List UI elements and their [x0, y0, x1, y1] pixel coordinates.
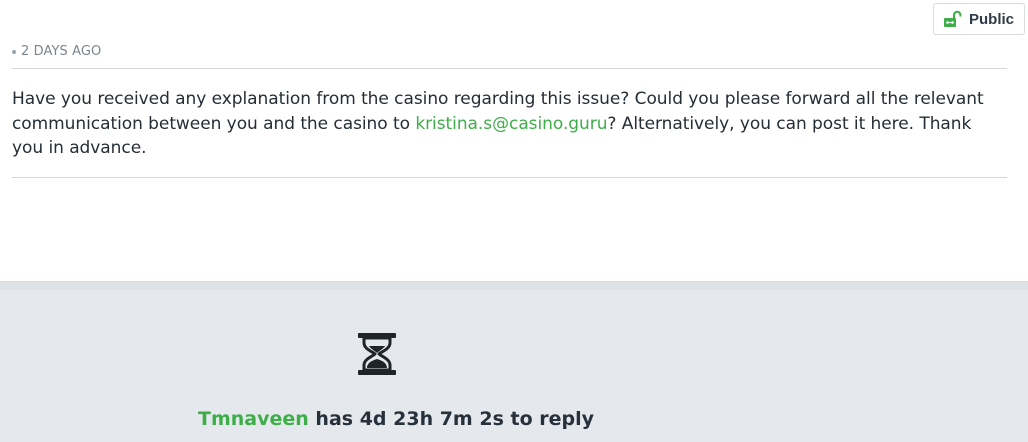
post-message: Have you received any explanation from t…	[12, 87, 1007, 161]
hourglass-icon	[358, 333, 396, 375]
reply-countdown-text: Tmnaveen has 4d 23h 7m 2s to reply	[198, 408, 594, 430]
divider	[12, 68, 1007, 69]
post-timestamp: 2 DAYS AGO	[12, 44, 1007, 59]
visibility-public-badge[interactable]: Public	[933, 3, 1025, 35]
bullet-dot	[12, 49, 16, 54]
post-time-label: 2 DAYS AGO	[21, 44, 102, 59]
divider	[12, 177, 1007, 178]
public-badge-label: Public	[969, 10, 1015, 28]
email-link[interactable]: kristina.s@casino.guru	[415, 114, 607, 134]
unlocked-lock-icon	[944, 10, 962, 27]
panel-top-shade	[0, 282, 1028, 290]
reply-countdown-panel: Tmnaveen has 4d 23h 7m 2s to reply	[0, 281, 1028, 442]
username-link[interactable]: Tmnaveen	[198, 408, 309, 430]
countdown-message: has 4d 23h 7m 2s to reply	[315, 408, 594, 430]
